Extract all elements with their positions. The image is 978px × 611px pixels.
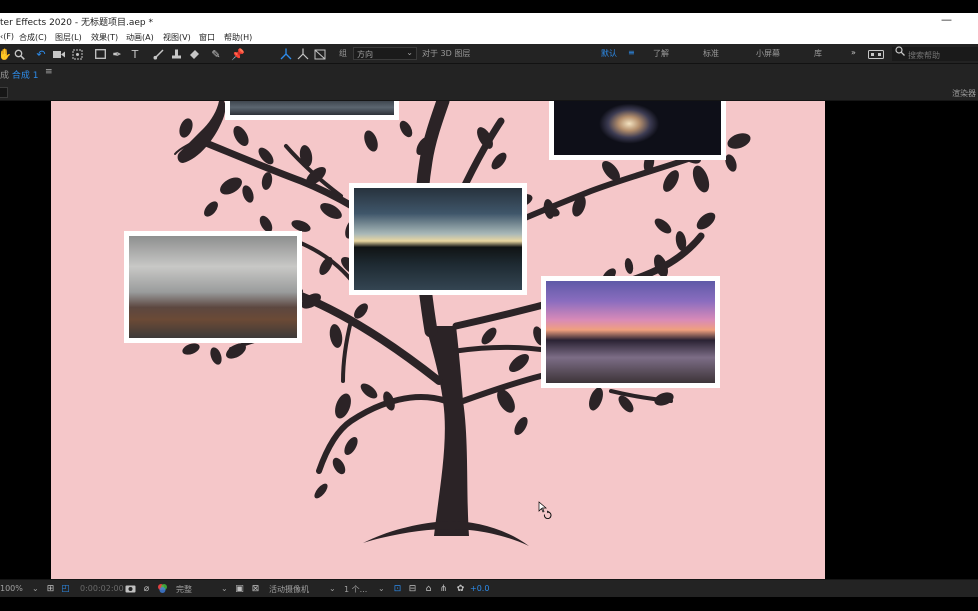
timeline-icon[interactable]: ⊟ [407,583,418,594]
menu-composition[interactable]: 合成(C) [19,32,47,43]
comp-flowchart-icon[interactable]: ⌂ [423,583,434,594]
menu-file[interactable]: ‹(F) [0,32,14,41]
workspace-default[interactable]: 默认 [601,48,617,59]
view-layout-select[interactable]: 1 个... [344,584,367,595]
photo-image [546,281,715,383]
show-snapshot-icon[interactable]: ⌀ [141,583,152,594]
bottom-black-strip [0,597,978,611]
align-3d-label: 对于 3D 图层 [422,49,471,58]
zoom-level-select[interactable]: 100% [0,584,23,593]
current-time[interactable]: 0:00:02:00 [80,584,124,593]
workspace-learn[interactable]: 了解 [653,48,669,59]
photo-tropical-beach[interactable] [541,276,720,388]
chevron-down-icon[interactable]: ⌄ [221,584,228,593]
viewer-bottom-bar: 100% ⌄ ⊞ ◰ 0:00:02:00 ⌀ 完整 ⌄ ▣ ⊠ 活动摄像机 ⌄… [0,579,978,597]
exposure-value[interactable]: +0.0 [470,584,489,593]
chevron-down-icon[interactable]: ⌄ [378,584,385,593]
photo-image [230,101,394,115]
pen-icon[interactable]: ✒ [110,47,124,61]
workspace-small-screen[interactable]: 小屏幕 [756,48,780,59]
hand-icon[interactable]: ✋ [0,47,12,61]
menu-animation[interactable]: 动画(A) [126,32,154,43]
snapshot-camera-icon[interactable] [125,583,136,594]
photo-boats-dock[interactable] [124,231,302,343]
rectangle-icon[interactable] [93,47,107,61]
axis-mode-value: 方向 [357,50,373,59]
photo-image [354,188,522,290]
keyboard-icon[interactable] [867,47,885,61]
rotate-icon[interactable]: ↶ [34,47,48,61]
composition-panel-tabs: 成 合成 1 ≡ [0,64,978,84]
roto-brush-icon[interactable]: ✎ [209,47,223,61]
chevron-down-icon[interactable]: ⌄ [329,584,336,593]
workspace-standard[interactable]: 标准 [703,48,719,59]
color-channel-icon[interactable] [157,583,168,594]
camera-view-select[interactable]: 活动摄像机 [269,584,309,595]
menu-help[interactable]: 帮助(H) [224,32,252,43]
photo-galaxy[interactable] [549,101,726,160]
layer-dropdown[interactable] [0,87,8,98]
panel-menu-icon[interactable]: ≡ [45,67,53,77]
photo-top-left[interactable] [225,101,399,120]
chevron-down-icon[interactable]: ⌄ [32,584,39,593]
view-axis-icon[interactable] [313,47,327,61]
minimize-button[interactable]: — [941,13,952,26]
photo-mountain-sunset[interactable] [349,183,527,295]
renderer-label[interactable]: 渲染器 [952,88,976,99]
type-icon[interactable]: T [128,47,142,61]
local-axis-icon[interactable] [279,47,293,61]
workspace-overflow-icon[interactable]: » [851,48,856,57]
toggle-pixel-aspect-icon[interactable]: ⊡ [392,583,403,594]
puppet-pin-icon[interactable]: 📌 [231,47,245,61]
clone-stamp-icon[interactable] [169,47,183,61]
flowchart-icon[interactable]: ⋔ [438,583,449,594]
chevron-down-icon: ⌄ [406,48,413,57]
zoom-icon[interactable] [12,47,26,61]
menu-layer[interactable]: 图层(L) [55,32,82,43]
composition-viewer[interactable] [0,101,978,579]
workspace-menu-icon[interactable]: ≡ [628,48,635,57]
menu-view[interactable]: 视图(V) [163,32,191,43]
composition-name: 合成 1 [11,71,39,81]
photo-image [554,101,721,155]
workspace-libraries[interactable]: 库 [814,48,822,59]
brush-icon[interactable] [151,47,165,61]
top-black-strip [0,0,978,13]
transparency-grid-icon[interactable]: ⊠ [250,583,261,594]
eraser-icon[interactable] [187,47,201,61]
tab-composition[interactable]: 成 合成 1 [0,68,38,81]
rotate-cursor-icon [538,501,552,519]
camera-icon[interactable] [52,47,66,61]
search-icon [895,46,905,56]
menu-effect[interactable]: 效果(T) [91,32,118,43]
axis-mode-select[interactable]: 方向 ⌄ [353,47,417,60]
composition-subbar: 渲染器 [0,84,978,101]
tab-prefix: 成 [0,71,10,81]
tools-panel: ✋ ↶ ✒ T ✎ 📌 组 方向 ⌄ 对于 3D 图层 默认 ≡ 了解 标准 小… [0,44,978,64]
menu-bar: ‹(F) 合成(C) 图层(L) 效果(T) 动画(A) 视图(V) 窗口 帮助… [0,30,978,44]
resolution-select[interactable]: 完整 [176,584,192,595]
world-axis-icon[interactable] [296,47,310,61]
composition-canvas[interactable] [51,101,825,579]
region-of-interest-icon[interactable]: ◰ [60,583,71,594]
pan-behind-icon[interactable] [70,47,84,61]
menu-window[interactable]: 窗口 [199,32,215,43]
fit-icon[interactable]: ⊞ [45,583,56,594]
photo-image [129,236,297,338]
fast-previews-icon[interactable]: ▣ [234,583,245,594]
axis-mode-label: 组 [339,49,347,58]
exposure-reset-icon[interactable]: ✿ [455,583,466,594]
title-bar: ter Effects 2020 - 无标题项目.aep * — [0,13,978,30]
window-title: ter Effects 2020 - 无标题项目.aep * [0,18,153,28]
